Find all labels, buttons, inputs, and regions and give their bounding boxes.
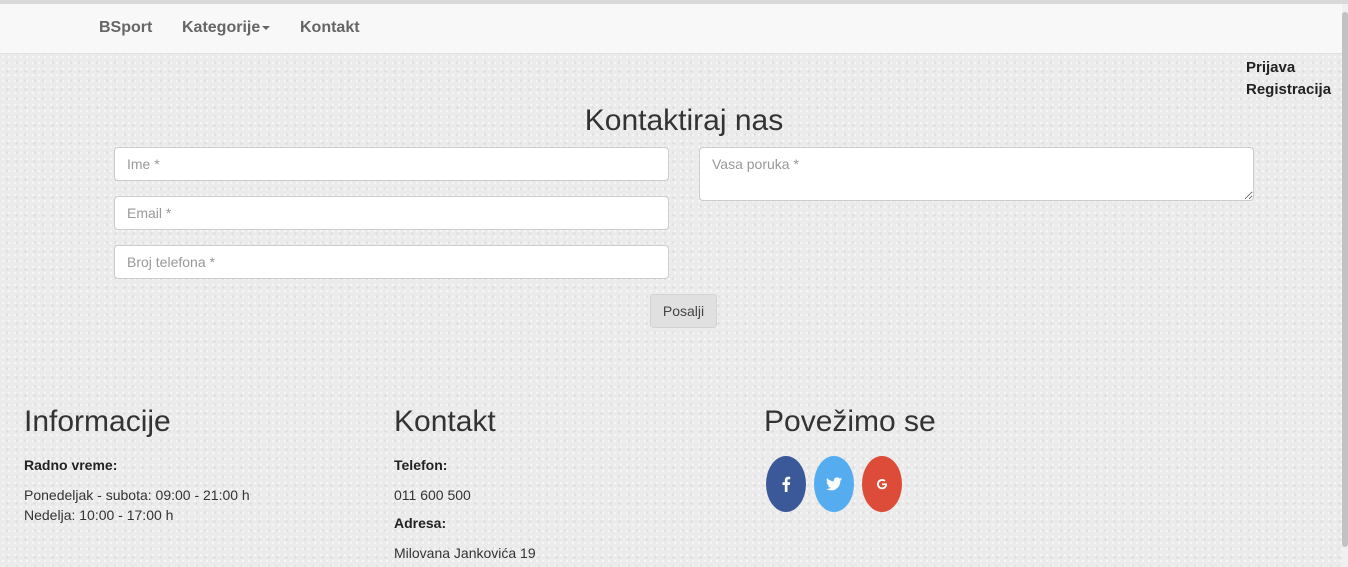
hours-weekdays: Ponedeljak - subota: 09:00 - 21:00 h bbox=[24, 487, 250, 503]
navbar: BSport Kategorije Kontakt bbox=[0, 4, 1342, 54]
contact-link[interactable]: Kontakt bbox=[300, 19, 360, 37]
login-link[interactable]: Prijava bbox=[1246, 59, 1295, 76]
name-input[interactable] bbox=[114, 147, 669, 181]
twitter-icon bbox=[826, 477, 842, 491]
footer-contact: Kontakt Telefon: 011 600 500 Adresa: Mil… bbox=[394, 405, 536, 563]
send-button[interactable]: Posalji bbox=[650, 294, 717, 328]
phone-label: Telefon: bbox=[394, 457, 448, 473]
address-value: Milovana Jankovića 19 bbox=[394, 545, 536, 561]
phone-value: 011 600 500 bbox=[394, 487, 471, 503]
brand-link[interactable]: BSport bbox=[99, 19, 152, 37]
scrollbar-thumb[interactable] bbox=[1342, 12, 1348, 547]
address-label: Adresa: bbox=[394, 515, 447, 531]
social-title: Povežimo se bbox=[764, 405, 936, 438]
facebook-icon bbox=[782, 476, 791, 492]
register-link[interactable]: Registracija bbox=[1246, 81, 1331, 98]
phone-input[interactable] bbox=[114, 245, 669, 279]
contact-title: Kontakt bbox=[394, 405, 496, 438]
caret-down-icon bbox=[262, 25, 271, 30]
page-title: Kontaktiraj nas bbox=[584, 104, 784, 137]
message-textarea[interactable] bbox=[699, 147, 1254, 201]
hours-label: Radno vreme: bbox=[24, 457, 118, 473]
scrollbar[interactable] bbox=[1342, 4, 1348, 567]
footer-social: Povežimo se bbox=[764, 405, 936, 457]
hours-sunday: Nedelja: 10:00 - 17:00 h bbox=[24, 507, 174, 523]
categories-label: Kategorije bbox=[182, 19, 261, 36]
footer-info: Informacije Radno vreme: Ponedeljak - su… bbox=[24, 405, 250, 525]
info-title: Informacije bbox=[24, 405, 171, 438]
google-icon bbox=[876, 478, 888, 490]
twitter-button[interactable] bbox=[814, 456, 854, 512]
google-button[interactable] bbox=[862, 456, 902, 512]
facebook-button[interactable] bbox=[766, 456, 806, 512]
email-input[interactable] bbox=[114, 196, 669, 230]
categories-dropdown[interactable]: Kategorije bbox=[182, 19, 271, 37]
